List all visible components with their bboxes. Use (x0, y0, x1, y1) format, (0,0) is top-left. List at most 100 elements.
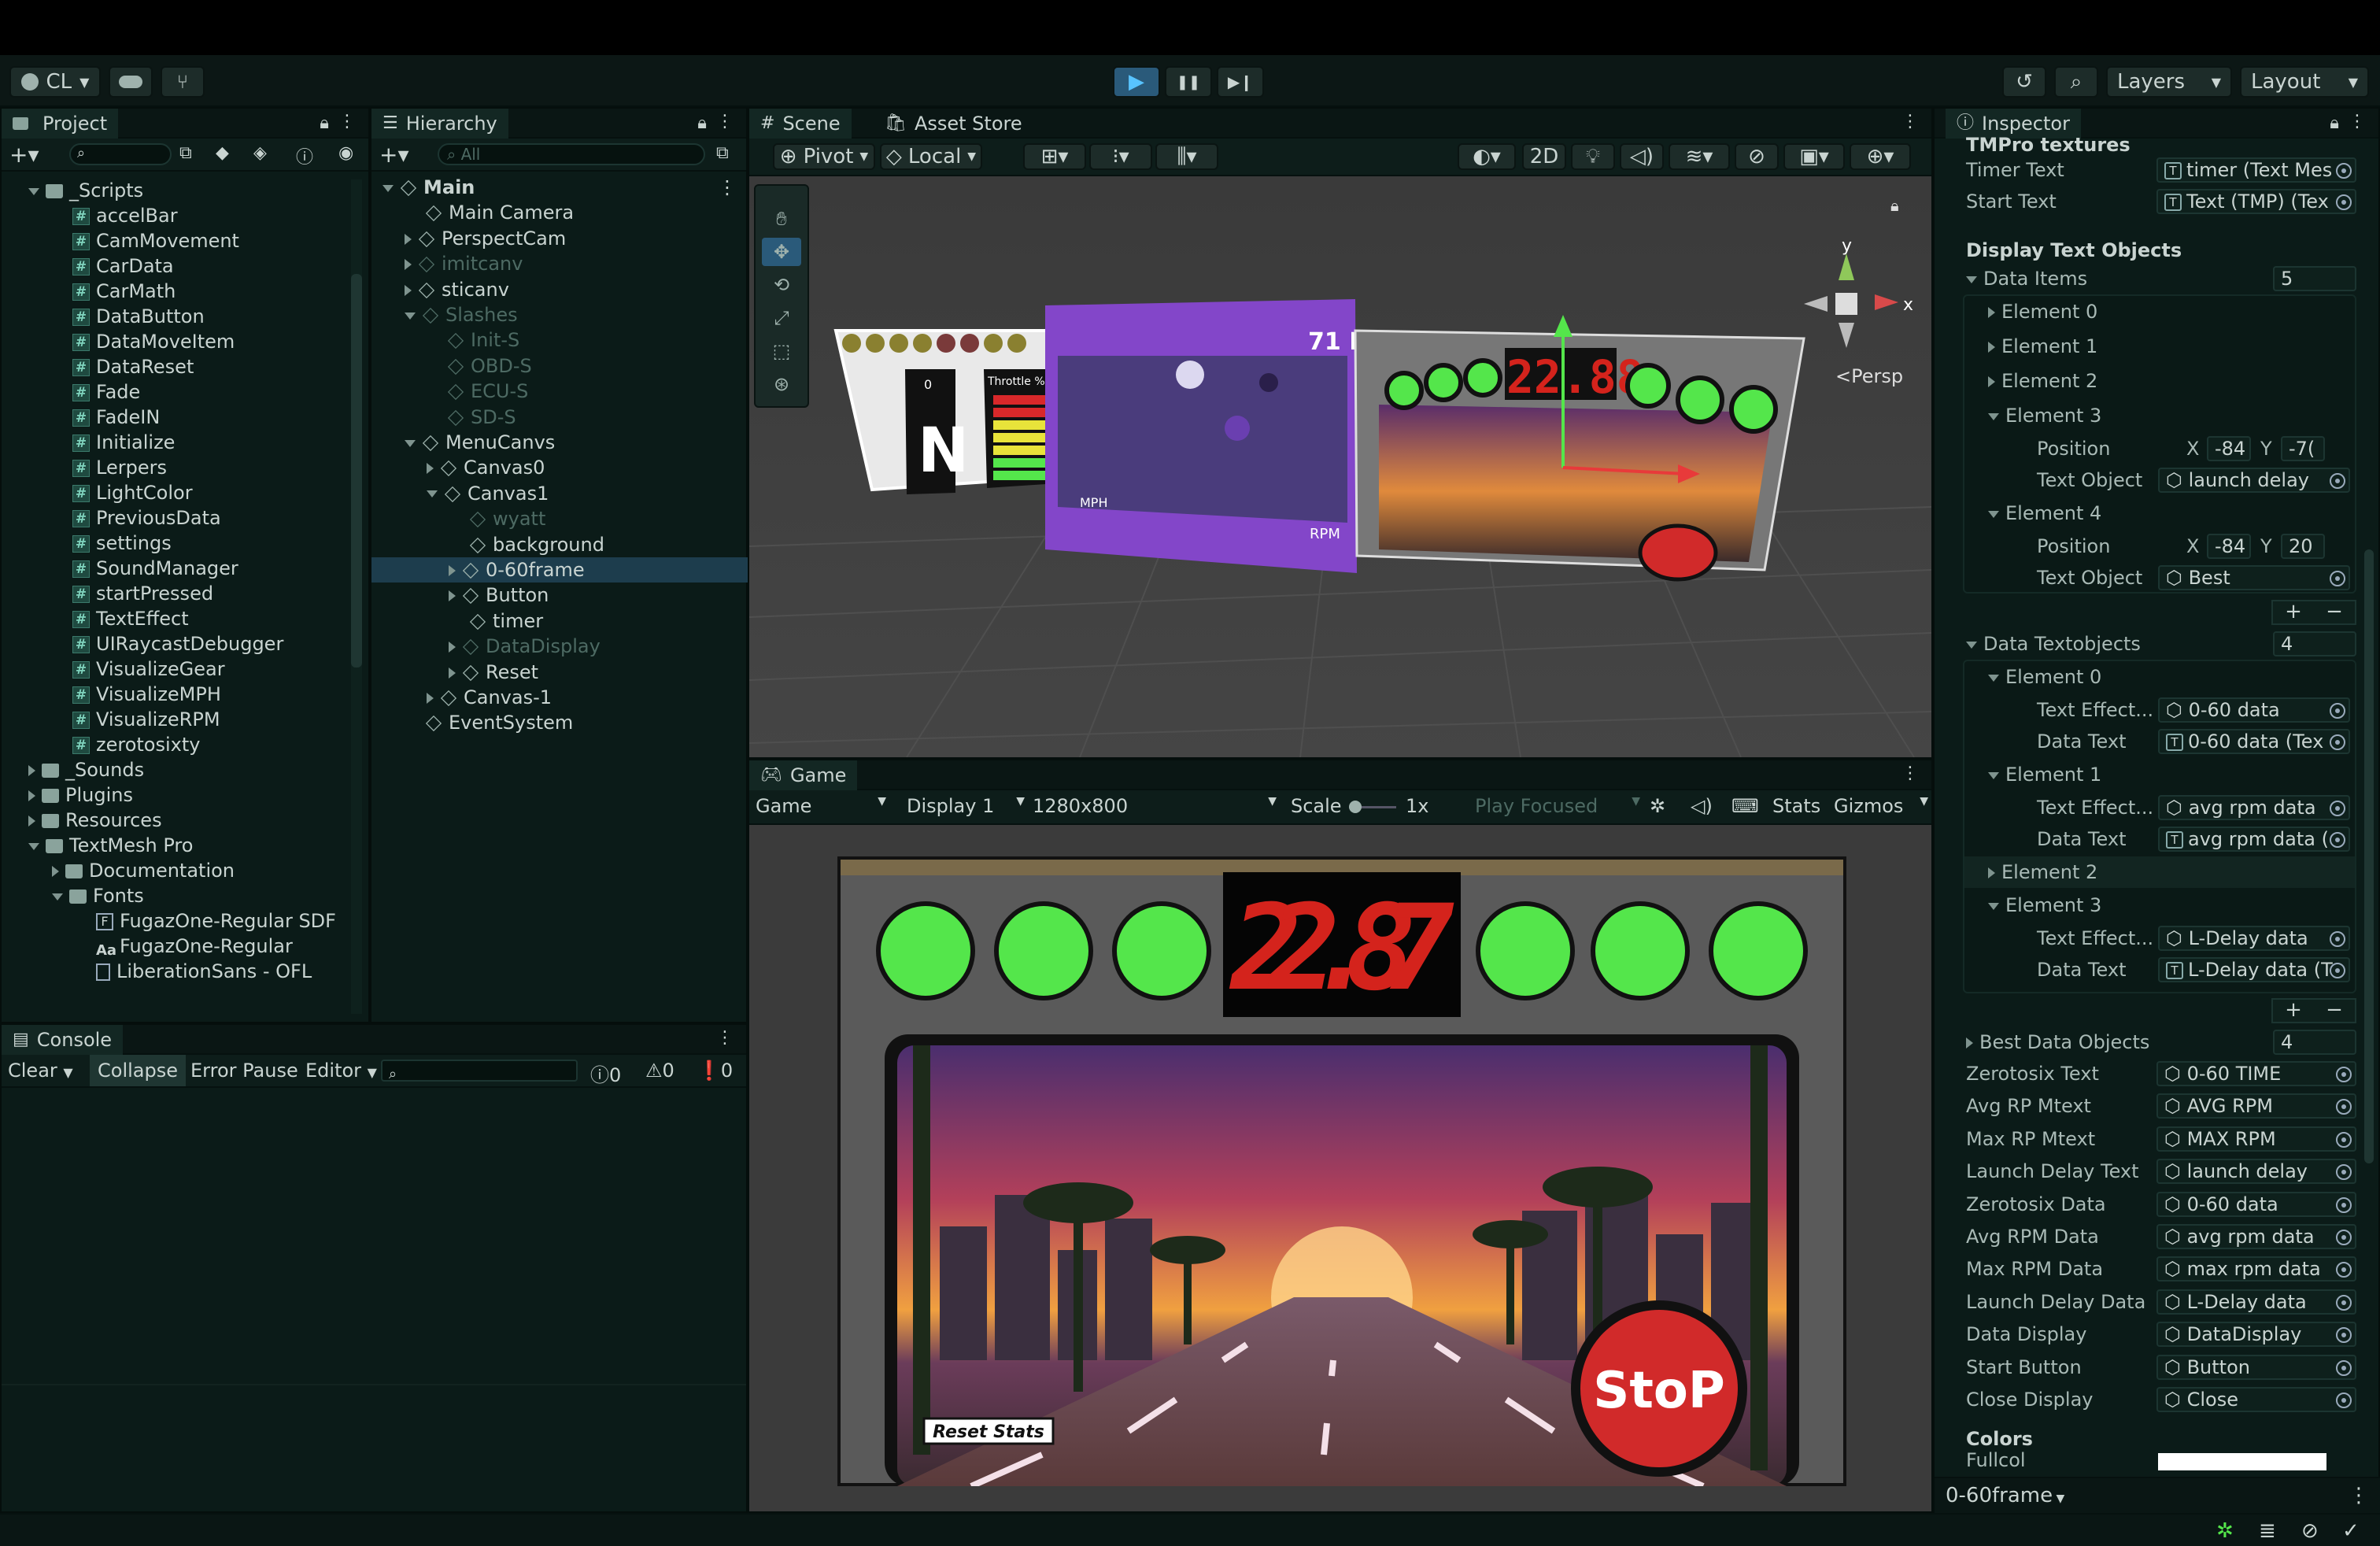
project-item[interactable]: # Initialize (2, 430, 348, 455)
hierarchy-item[interactable]: Reset (371, 660, 748, 685)
project-item[interactable]: Aa FugazOne-Regular (2, 934, 348, 959)
search-button[interactable]: ⌕ (2054, 66, 2098, 98)
lighting-toggle[interactable]: 💡︎ (1571, 143, 1615, 170)
position-x-field[interactable]: -84 (2207, 436, 2251, 461)
layout-dropdown[interactable]: Layout ▼ (2240, 66, 2369, 98)
object-field[interactable]: ⬡ AVG RPM (2156, 1093, 2356, 1119)
game-mode-dropdown[interactable]: Game ▼ (756, 795, 889, 817)
tab-project[interactable]: Project (2, 109, 119, 139)
hierarchy-search-input[interactable]: ⌕ All (438, 143, 705, 165)
tab-asset-store[interactable]: 🛍︎ Asset Store (874, 109, 1033, 139)
scale-slider[interactable] (1349, 801, 1396, 813)
object-field[interactable]: ⬡ avg rpm data (2156, 1224, 2356, 1249)
data-textobjects-count[interactable]: 4 (2273, 631, 2356, 656)
pivot-dropdown[interactable]: ⊕ Pivot ▼ (773, 143, 875, 170)
hierarchy-item[interactable]: EventSystem (371, 710, 748, 735)
project-item[interactable]: # settings (2, 531, 348, 556)
more-menu-icon[interactable]: ⋮ (338, 112, 356, 131)
hierarchy-item[interactable]: Slashes (371, 302, 748, 327)
expand-arrow-icon[interactable] (405, 284, 412, 296)
database-icon[interactable]: ≣ (2259, 1519, 2276, 1543)
log-count-toggle[interactable]: ⓘ0 (590, 1060, 621, 1087)
object-picker-icon[interactable] (2336, 1067, 2352, 1082)
data-item-2[interactable]: Element 2 (1964, 365, 2355, 397)
project-item[interactable]: # VisualizeGear (2, 656, 348, 682)
object-field[interactable]: ⬡ Close (2156, 1387, 2356, 1412)
more-menu-icon[interactable]: ⋮ (1901, 112, 1919, 131)
best-data-row[interactable]: Best Data Objects 4 (1935, 1026, 2372, 1058)
tab-game[interactable]: 🎮︎ Game (749, 760, 858, 790)
hierarchy-item[interactable]: ECU-S (371, 379, 748, 404)
object-field[interactable]: ⬡ Button (2156, 1354, 2356, 1380)
project-item[interactable]: # VisualizeRPM (2, 707, 348, 732)
expand-arrow-icon[interactable] (449, 642, 456, 653)
console-search-input[interactable]: ⌕ (381, 1060, 578, 1082)
object-picker-icon[interactable] (2336, 1099, 2352, 1115)
tab-hierarchy[interactable]: ☰ Hierarchy (371, 109, 508, 139)
expand-arrow-icon[interactable] (28, 816, 35, 827)
hierarchy-item[interactable]: background (371, 532, 748, 557)
object-field[interactable]: ⬡ max rpm data (2156, 1256, 2356, 1282)
project-item[interactable]: F FugazOne-Regular SDF (2, 908, 348, 934)
expand-arrow-icon[interactable] (427, 463, 434, 475)
eye-icon[interactable]: ◉ (338, 143, 353, 163)
hierarchy-item[interactable]: MenuCanvs (371, 430, 748, 455)
info-icon[interactable]: ⓘ (296, 143, 313, 168)
local-dropdown[interactable]: ◇ Local ▼ (880, 143, 982, 170)
project-item[interactable]: # accelBar (2, 203, 348, 228)
editor-dropdown[interactable]: Editor ▼ (305, 1060, 377, 1082)
data-item-0[interactable]: Element 0 (1964, 296, 2355, 327)
stats-toggle[interactable]: Stats (1772, 795, 1820, 817)
resolution-dropdown[interactable]: 1280x800 ▼ (1033, 795, 1277, 817)
text-effect-field[interactable]: ⬡ avg rpm data (2158, 795, 2350, 820)
move-tool[interactable]: ✥ (762, 238, 801, 266)
more-menu-icon[interactable]: ⋮ (716, 1028, 734, 1048)
position-y-field[interactable]: 20 (2281, 534, 2325, 559)
status-check-icon[interactable]: ✓ (2342, 1519, 2360, 1543)
toggle-2d-button[interactable]: 2D (1522, 143, 1566, 170)
data-item-4[interactable]: Element 4 (1964, 497, 2355, 529)
object-picker-icon[interactable] (2336, 1196, 2352, 1213)
project-item[interactable]: # DataMoveItem (2, 329, 348, 354)
play-button[interactable]: ▶ (1113, 66, 1160, 98)
history-button[interactable]: ↺ (2002, 66, 2046, 98)
game-view[interactable]: 22.87 Reset Stats StoP (837, 856, 1846, 1486)
hierarchy-item[interactable]: DataDisplay (371, 634, 748, 659)
expand-arrow-icon[interactable] (427, 490, 438, 498)
cloud-button[interactable] (109, 66, 153, 98)
object-picker-icon[interactable] (2336, 194, 2352, 210)
project-item[interactable]: _Scripts (2, 178, 348, 203)
hierarchy-item[interactable]: OBD-S (371, 353, 748, 379)
keyboard-icon[interactable]: ⌨ (1731, 795, 1759, 817)
text-effect-field[interactable]: ⬡ 0-60 data (2158, 697, 2350, 723)
pause-button[interactable]: ❚❚ (1165, 66, 1212, 98)
tools-grip[interactable] (756, 186, 808, 200)
data-text-field[interactable]: T L-Delay data (T (2158, 957, 2350, 982)
data-item-3[interactable]: Element 3 (1964, 400, 2355, 431)
project-item[interactable]: # CamMovement (2, 228, 348, 253)
inspector-scrollbar[interactable] (2364, 549, 2374, 1163)
project-item[interactable]: # DataReset (2, 354, 348, 379)
project-item[interactable]: TextMesh Pro (2, 833, 348, 858)
hierarchy-item[interactable]: Button (371, 583, 748, 608)
lock-icon[interactable]: 🔒︎ (320, 113, 329, 133)
hierarchy-item[interactable]: imitcanv (371, 251, 748, 276)
increment-snap-button[interactable]: ⁝▾ (1089, 143, 1152, 170)
project-item[interactable]: # UIRaycastDebugger (2, 631, 348, 656)
object-picker-icon[interactable] (2330, 703, 2345, 719)
clear-dropdown[interactable]: Clear ▼ (8, 1060, 73, 1082)
hierarchy-item[interactable]: Canvas1 (371, 481, 748, 506)
tab-console[interactable]: ▤ Console (2, 1025, 124, 1055)
text-object-field[interactable]: ⬡ launch delay (2158, 468, 2350, 493)
position-y-field[interactable]: -7( (2281, 436, 2325, 461)
textobject-0[interactable]: Element 0 (1964, 661, 2355, 693)
best-data-count[interactable]: 4 (2273, 1030, 2356, 1055)
hierarchy-item[interactable]: Canvas0 (371, 455, 748, 480)
textobject-3[interactable]: Element 3 (1964, 890, 2355, 921)
hierarchy-item[interactable]: Main Camera (371, 200, 748, 225)
remove-element-button[interactable]: − (2326, 1000, 2343, 1022)
expand-arrow-icon[interactable] (28, 765, 35, 776)
data-text-field[interactable]: T 0-60 data (Tex (2158, 729, 2350, 754)
object-picker-icon[interactable] (2336, 1131, 2352, 1148)
textobject-1[interactable]: Element 1 (1964, 759, 2355, 790)
